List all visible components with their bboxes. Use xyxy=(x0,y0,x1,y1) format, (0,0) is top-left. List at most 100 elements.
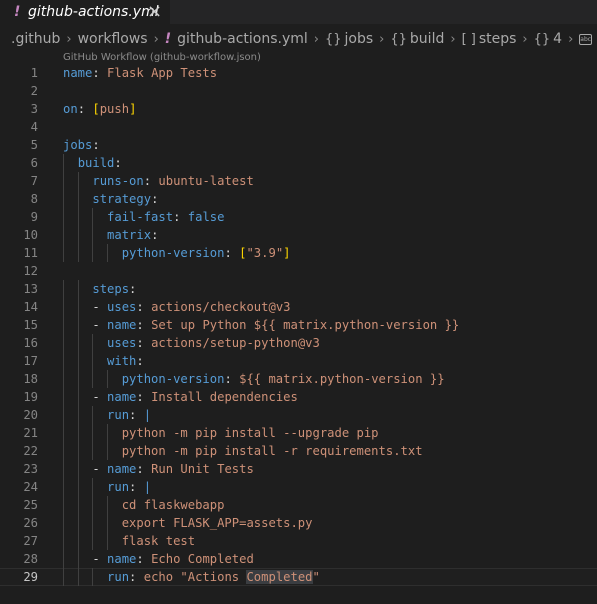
line-number: 5 xyxy=(30,138,38,152)
code-token: : xyxy=(136,552,152,566)
code-text: - name: Set up Python ${{ matrix.python-… xyxy=(63,316,459,334)
code-text: steps: xyxy=(63,280,136,298)
code-token: : xyxy=(92,138,100,152)
code-line[interactable]: 3 on: [push] xyxy=(0,100,597,118)
code-token: : xyxy=(129,282,137,296)
code-line[interactable]: 23 - name: Run Unit Tests xyxy=(0,460,597,478)
line-number: 6 xyxy=(30,156,38,170)
code-text: run: | xyxy=(63,406,151,424)
code-line[interactable]: 22 python -m pip install -r requirements… xyxy=(0,442,597,460)
code-line[interactable]: 24 run: | xyxy=(0,478,597,496)
code-line[interactable]: 20 run: | xyxy=(0,406,597,424)
line-number: 23 xyxy=(23,462,38,476)
code-line[interactable]: 8 strategy: xyxy=(0,190,597,208)
line-number: 21 xyxy=(23,426,38,440)
code-line[interactable]: 27 flask test xyxy=(0,532,597,550)
editor-tab[interactable]: ! github-actions.yml × xyxy=(0,0,170,24)
code-token: runs-on xyxy=(92,174,144,188)
line-number: 4 xyxy=(30,120,38,134)
code-line[interactable]: 9 fail-fast: false xyxy=(0,208,597,226)
code-token: " xyxy=(312,570,320,584)
line-number: 28 xyxy=(23,552,38,566)
code-token: run xyxy=(107,408,130,422)
code-line[interactable]: 29 run: echo "Actions Completed" xyxy=(0,568,597,586)
code-line[interactable]: 28 - name: Echo Completed xyxy=(0,550,597,568)
code-line[interactable]: 6 build: xyxy=(0,154,597,172)
breadcrumb-github[interactable]: .github xyxy=(11,31,60,47)
code-text: strategy: xyxy=(63,190,158,208)
code-text: uses: actions/setup-python@v3 xyxy=(63,334,320,352)
line-number: 18 xyxy=(23,372,38,386)
code-line[interactable]: 25 cd flaskwebapp xyxy=(0,496,597,514)
code-token: name xyxy=(107,462,137,476)
code-line[interactable]: 26 export FLASK_APP=assets.py xyxy=(0,514,597,532)
code-token: ] xyxy=(129,102,137,116)
code-token: - xyxy=(63,462,108,476)
code-line[interactable]: 16 uses: actions/setup-python@v3 xyxy=(0,334,597,352)
code-token: : xyxy=(92,66,108,80)
chevron-right-icon: › xyxy=(450,31,456,47)
code-token: uses xyxy=(107,300,137,314)
code-line[interactable]: 14 - uses: actions/checkout@v3 xyxy=(0,298,597,316)
code-line[interactable]: 21 python -m pip install --upgrade pip xyxy=(0,424,597,442)
code-token: ] xyxy=(283,246,291,260)
code-token: | xyxy=(143,480,152,494)
code-line[interactable]: 10 matrix: xyxy=(0,226,597,244)
line-number: 17 xyxy=(23,354,38,368)
code-token: strategy xyxy=(92,192,152,206)
code-token: : xyxy=(129,570,144,584)
code-token: name xyxy=(107,552,137,566)
code-line[interactable]: 4 xyxy=(0,118,597,136)
code-line[interactable]: 5 jobs: xyxy=(0,136,597,154)
code-text: fail-fast: false xyxy=(63,208,224,226)
code-token: Set up Python ${{ matrix.python-version … xyxy=(151,318,460,332)
code-token: Completed xyxy=(246,570,313,584)
code-line[interactable]: 13 steps: xyxy=(0,280,597,298)
code-token: ubuntu-latest xyxy=(158,174,254,188)
code-text: python-version: ${{ matrix.python-versio… xyxy=(63,370,445,388)
code-token: flask test xyxy=(121,534,196,548)
line-number: 20 xyxy=(23,408,38,422)
code-token: run xyxy=(107,570,130,584)
code-line[interactable]: 17 with: xyxy=(0,352,597,370)
code-line[interactable]: 12 xyxy=(0,262,597,280)
code-token: fail-fast xyxy=(107,210,174,224)
code-editor[interactable]: 1 name: Flask App Tests 2 3 on: [push] 4 5 jobs… xyxy=(0,64,597,586)
code-text: - name: Install dependencies xyxy=(63,388,297,406)
code-text: python -m pip install -r requirements.tx… xyxy=(63,442,423,460)
line-number: 1 xyxy=(30,66,38,80)
code-token: : xyxy=(136,300,152,314)
breadcrumb-step-4[interactable]: 4 xyxy=(553,31,562,47)
code-token: matrix xyxy=(107,228,152,242)
code-text: runs-on: ubuntu-latest xyxy=(63,172,254,190)
code-line[interactable]: 19 - name: Install dependencies xyxy=(0,388,597,406)
breadcrumb-workflows[interactable]: workflows xyxy=(78,31,148,47)
code-token: : xyxy=(224,246,240,260)
schema-codelens[interactable]: GitHub Workflow (github-workflow.json) xyxy=(63,52,261,63)
code-token: steps xyxy=(92,282,130,296)
code-text: matrix: xyxy=(63,226,158,244)
breadcrumb-file[interactable]: github-actions.yml xyxy=(177,31,308,47)
breadcrumb-jobs[interactable]: jobs xyxy=(345,31,374,47)
code-line[interactable]: 2 xyxy=(0,82,597,100)
code-line[interactable]: 15 - name: Set up Python ${{ matrix.pyth… xyxy=(0,316,597,334)
close-icon[interactable]: × xyxy=(147,1,162,23)
chevron-right-icon: › xyxy=(66,31,72,47)
code-line[interactable]: 1 name: Flask App Tests xyxy=(0,64,597,82)
breadcrumb-steps[interactable]: steps xyxy=(479,31,517,47)
code-line[interactable]: 11 python-version: ["3.9"] xyxy=(0,244,597,262)
code-line[interactable]: 7 runs-on: ubuntu-latest xyxy=(0,172,597,190)
code-token: run xyxy=(107,480,130,494)
breadcrumb-build[interactable]: build xyxy=(410,31,444,47)
code-line[interactable]: 18 python-version: ${{ matrix.python-ver… xyxy=(0,370,597,388)
code-token: cd flaskwebapp xyxy=(121,498,225,512)
code-text: on: [push] xyxy=(63,100,136,118)
line-number: 22 xyxy=(23,444,38,458)
